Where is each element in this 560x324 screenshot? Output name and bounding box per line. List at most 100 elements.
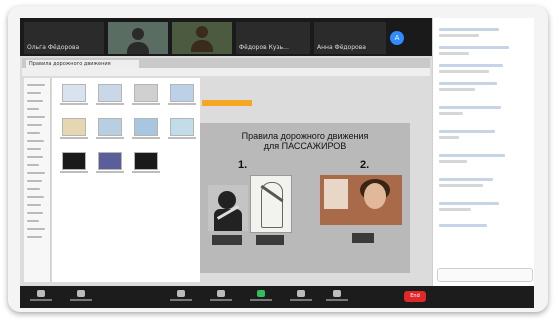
file-thumbnail[interactable] xyxy=(60,152,88,173)
participant-strip: Ольга Фёдорова Фёдоров Кузь... Анна Фёдо… xyxy=(20,18,432,56)
shield-icon xyxy=(177,290,185,297)
chat-message xyxy=(439,202,499,205)
share-screen-button[interactable] xyxy=(250,290,272,304)
nav-item[interactable] xyxy=(27,100,43,102)
reactions-button[interactable] xyxy=(326,290,348,304)
nav-item[interactable] xyxy=(27,132,40,134)
file-thumbnail[interactable] xyxy=(168,84,196,105)
file-thumbnail[interactable] xyxy=(132,84,160,105)
nav-item[interactable] xyxy=(27,228,45,230)
person-head xyxy=(196,26,208,38)
nav-item[interactable] xyxy=(27,196,44,198)
chat-message xyxy=(439,184,483,187)
child-photo-image xyxy=(320,175,402,225)
nav-item[interactable] xyxy=(27,140,44,142)
chat-message xyxy=(439,154,505,157)
file-thumbnail[interactable] xyxy=(96,84,124,105)
image-caption-block xyxy=(352,233,374,243)
chat-message xyxy=(439,224,487,227)
chat-message xyxy=(439,112,463,115)
chat-message xyxy=(439,52,469,55)
shared-screen: Правила дорожного движения Правила дорож… xyxy=(20,56,432,286)
chat-message xyxy=(439,46,509,49)
browser-tab[interactable]: Правила дорожного движения xyxy=(26,60,139,68)
slide-number-2: 2. xyxy=(360,159,370,171)
nav-item[interactable] xyxy=(27,156,43,158)
chat-message xyxy=(439,178,493,181)
self-avatar[interactable]: A xyxy=(390,31,404,45)
nav-item[interactable] xyxy=(27,108,39,110)
security-button[interactable] xyxy=(170,290,192,304)
chat-input[interactable] xyxy=(437,268,533,282)
participants-button[interactable] xyxy=(210,290,232,304)
participant-name: Фёдоров Кузь... xyxy=(239,44,289,51)
camera-icon xyxy=(77,290,85,297)
slide-title: Правила дорожного движения для ПАССАЖИРО… xyxy=(210,131,400,151)
slide-title-line: для ПАССАЖИРОВ xyxy=(263,141,347,151)
smile-icon xyxy=(333,290,341,297)
nav-item[interactable] xyxy=(27,116,45,118)
image-caption-block xyxy=(256,235,284,245)
chat-message xyxy=(439,130,495,133)
people-icon xyxy=(217,290,225,297)
chat-message xyxy=(439,70,489,73)
chat-message xyxy=(439,136,459,139)
end-meeting-button[interactable]: End xyxy=(404,291,426,302)
chat-message xyxy=(439,34,479,37)
file-thumbnail[interactable] xyxy=(132,152,160,173)
seatbelt-image xyxy=(208,185,248,231)
image-caption-block xyxy=(212,235,242,245)
meeting-controls: End xyxy=(20,286,534,308)
microphone-icon xyxy=(37,290,45,297)
browser-toolbar xyxy=(22,68,430,76)
share-icon xyxy=(257,290,265,297)
chat-message xyxy=(439,106,501,109)
person-head xyxy=(132,28,144,40)
nav-item[interactable] xyxy=(27,212,43,214)
chat-message xyxy=(439,82,497,85)
file-thumbnail[interactable] xyxy=(132,118,160,139)
passenger-sketch-image xyxy=(250,175,292,233)
file-thumbnail[interactable] xyxy=(60,118,88,139)
file-thumbnail[interactable] xyxy=(168,118,196,139)
participant-tile[interactable]: Анна Фёдорова xyxy=(314,22,386,54)
record-icon xyxy=(297,290,305,297)
nav-item[interactable] xyxy=(27,188,40,190)
device-frame: Ольга Фёдорова Фёдоров Кузь... Анна Фёдо… xyxy=(8,6,548,312)
chat-message xyxy=(439,88,475,91)
nav-item[interactable] xyxy=(27,220,39,222)
nav-item[interactable] xyxy=(27,172,45,174)
nav-item[interactable] xyxy=(27,164,39,166)
participant-name: Ольга Фёдорова xyxy=(27,44,80,51)
participant-video[interactable] xyxy=(108,22,168,54)
chat-message xyxy=(439,208,471,211)
browser-tabbar: Правила дорожного движения xyxy=(22,58,430,68)
file-thumbnail[interactable] xyxy=(96,152,124,173)
participant-tile[interactable]: Фёдоров Кузь... xyxy=(236,22,310,54)
file-grid xyxy=(52,78,200,282)
person-body xyxy=(127,42,149,54)
chat-message xyxy=(439,64,503,67)
file-thumbnail[interactable] xyxy=(60,84,88,105)
record-button[interactable] xyxy=(290,290,312,304)
chat-panel xyxy=(432,18,534,286)
slide-number-1: 1. xyxy=(238,159,248,171)
participant-tile[interactable]: Ольга Фёдорова xyxy=(24,22,104,54)
nav-item[interactable] xyxy=(27,236,42,238)
nav-item[interactable] xyxy=(27,124,42,126)
video-button[interactable] xyxy=(70,290,92,304)
chat-message xyxy=(439,28,499,31)
nav-item[interactable] xyxy=(27,204,41,206)
slide-title-line: Правила дорожного движения xyxy=(241,131,369,141)
nav-item[interactable] xyxy=(27,92,41,94)
participant-name: Анна Фёдорова xyxy=(317,44,366,51)
mute-button[interactable] xyxy=(30,290,52,304)
person-body xyxy=(191,40,213,52)
nav-item[interactable] xyxy=(27,180,42,182)
participant-video[interactable] xyxy=(172,22,232,54)
nav-item[interactable] xyxy=(27,84,45,86)
file-thumbnail[interactable] xyxy=(96,118,124,139)
nav-item[interactable] xyxy=(27,148,41,150)
presentation-slide: Правила дорожного движения для ПАССАЖИРО… xyxy=(200,123,410,273)
highlight-bar xyxy=(202,100,252,106)
